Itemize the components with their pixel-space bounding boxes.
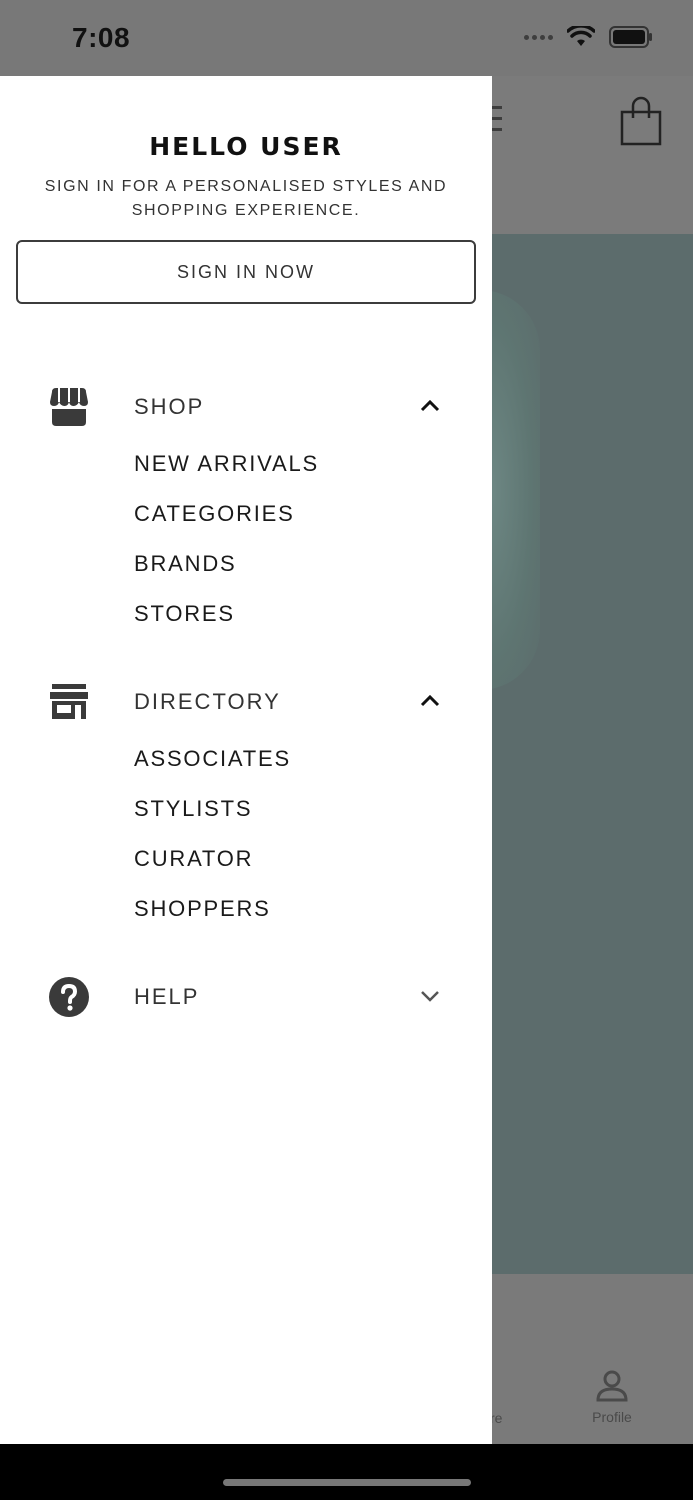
menu-item-brands[interactable]: BRANDS — [134, 547, 237, 581]
section-directory-header[interactable]: DIRECTORY — [0, 673, 492, 729]
section-shop-label: SHOP — [134, 394, 205, 419]
signal-icon — [524, 34, 553, 40]
sign-in-button[interactable]: SIGN IN NOW — [16, 240, 476, 304]
question-circle-icon — [49, 977, 89, 1017]
tab-profile[interactable]: Profile — [580, 1370, 644, 1425]
section-help-header[interactable]: HELP — [0, 968, 492, 1024]
menu-item-stores[interactable]: STORES — [134, 597, 235, 631]
tab-profile-label: Profile — [592, 1409, 632, 1425]
home-bar-area — [0, 1444, 693, 1500]
profile-icon — [596, 1370, 628, 1402]
chevron-up-icon[interactable] — [418, 396, 442, 416]
menu-item-new-arrivals[interactable]: NEW ARRIVALS — [134, 447, 319, 481]
menu-item-stylists[interactable]: STYLISTS — [134, 792, 252, 826]
menu-item-curator[interactable]: CURATOR — [134, 842, 253, 876]
greeting-subtitle: SIGN IN FOR A PERSONALISED STYLES AND SH… — [44, 178, 448, 219]
status-icons — [524, 26, 653, 48]
section-shop-header[interactable]: SHOP — [0, 378, 492, 434]
greeting-title: HELLO USER — [149, 132, 343, 161]
menu-item-categories[interactable]: CATEGORIES — [134, 497, 295, 531]
menu-item-associates[interactable]: ASSOCIATES — [134, 742, 291, 776]
wifi-icon — [567, 26, 595, 46]
battery-icon — [609, 26, 652, 48]
menu-item-shoppers[interactable]: SHOPPERS — [134, 892, 271, 926]
home-indicator[interactable] — [223, 1479, 471, 1486]
storefront-icon — [50, 388, 88, 426]
side-drawer: HELLO USER SIGN IN FOR A PERSONALISED ST… — [0, 76, 492, 1444]
chevron-up-icon[interactable] — [418, 691, 442, 711]
shopping-bag-icon[interactable] — [618, 96, 664, 146]
section-help-label: HELP — [134, 984, 200, 1009]
chevron-down-icon[interactable] — [418, 986, 442, 1006]
store-icon — [50, 684, 88, 719]
section-directory-label: DIRECTORY — [134, 689, 281, 714]
status-time: 7:08 — [72, 22, 131, 53]
status-bar: 7:08 — [0, 0, 693, 76]
